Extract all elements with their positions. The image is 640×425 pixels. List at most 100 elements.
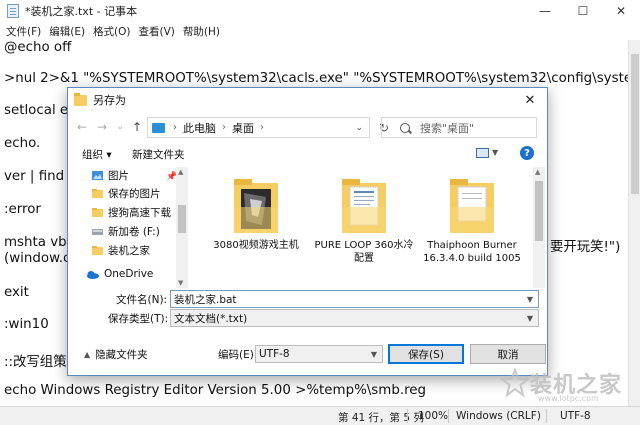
- breadcrumb-separator: ›: [222, 122, 226, 133]
- nav-item-sogou-downloads[interactable]: 搜狗高速下载: [92, 204, 171, 220]
- computer-icon: [152, 122, 165, 133]
- watermark-logo: 装机之家 www.lotpc.com: [500, 358, 640, 408]
- organize-menu[interactable]: 组织 ▾: [82, 147, 112, 162]
- nav-item-onedrive[interactable]: OneDrive: [86, 266, 153, 282]
- editor-line: exit: [4, 285, 29, 300]
- maximize-button[interactable]: ☐: [564, 0, 602, 22]
- scrollbar-thumb[interactable]: [178, 205, 186, 233]
- nav-pane-scrollbar[interactable]: ▲ ▼: [176, 167, 188, 288]
- cursor-position: 第 41 行，第 5 列: [338, 412, 424, 424]
- menu-file[interactable]: 文件(F): [6, 24, 41, 39]
- encoding-select[interactable]: UTF-8 ▼: [255, 345, 383, 363]
- pictures-icon: [92, 170, 103, 180]
- dialog-navigation: ← → ⌄ ↑ › 此电脑 › 桌面 › ⌄ ↻ 搜索"桌面": [68, 114, 547, 140]
- chevron-down-icon[interactable]: ⌄: [355, 123, 363, 133]
- scrollbar-thumb[interactable]: [535, 181, 543, 241]
- nav-item-label: 图片: [108, 169, 129, 182]
- back-button[interactable]: ←: [74, 118, 90, 136]
- window-title: *装机之家.txt - 记事本: [25, 5, 138, 18]
- minimize-button[interactable]: —: [526, 0, 564, 22]
- file-encoding: UTF-8: [560, 410, 591, 422]
- editor-line: (window.cl: [4, 251, 75, 266]
- scroll-up-icon[interactable]: ▲: [178, 168, 183, 176]
- dialog-close-button[interactable]: ✕: [513, 88, 547, 112]
- menu-edit[interactable]: 编辑(E): [49, 24, 85, 39]
- nav-item-label: 保存的图片: [108, 187, 161, 200]
- notepad-icon: [7, 4, 19, 18]
- editor-line: :win10: [4, 317, 49, 332]
- folder-icon: [448, 177, 496, 235]
- filename-input[interactable]: 装机之家.bat ▼: [170, 290, 539, 308]
- folder-icon: [92, 245, 103, 255]
- file-name: Thaiphoon Burner 16.3.4.0 build 1005: [423, 240, 521, 264]
- scroll-down-icon[interactable]: ▼: [178, 279, 183, 287]
- filename-value: 装机之家.bat: [174, 293, 237, 306]
- star-logo-icon: [500, 368, 530, 398]
- editor-line: setlocal en: [4, 103, 77, 118]
- chevron-down-icon[interactable]: ▼: [371, 350, 377, 359]
- chevron-up-icon: ▲: [84, 350, 91, 359]
- editor-line: echo.: [4, 136, 41, 151]
- filetype-label: 保存类型(T):: [108, 313, 169, 325]
- folder-icon: [74, 92, 87, 106]
- file-name: PURE LOOP 360水冷配置: [314, 240, 414, 264]
- file-item[interactable]: Thaiphoon Burner 16.3.4.0 build 1005: [422, 167, 522, 265]
- zoom-level: 100%: [418, 410, 449, 422]
- breadcrumb-desktop[interactable]: 桌面: [232, 120, 254, 136]
- dialog-footer: ▲ 隐藏文件夹 编码(E): UTF-8 ▼ 保存(S) 取消: [68, 340, 547, 370]
- hide-folders-toggle[interactable]: ▲ 隐藏文件夹: [84, 347, 148, 362]
- file-list-scrollbar[interactable]: ▲: [533, 167, 545, 288]
- menu-bar: 文件(F) 编辑(E) 格式(O) 查看(V) 帮助(H): [0, 22, 640, 40]
- encoding-value: UTF-8: [259, 348, 290, 360]
- search-placeholder: 搜索"桌面": [420, 121, 475, 135]
- dialog-toolbar: 组织 ▾ 新建文件夹 ▼ ?: [68, 144, 547, 164]
- menu-help[interactable]: 帮助(H): [183, 24, 220, 39]
- nav-item-label: 装机之家: [108, 244, 150, 257]
- save-as-dialog: 另存为 ✕ ← → ⌄ ↑ › 此电脑 › 桌面 › ⌄ ↻ 搜索"桌面" 组织…: [67, 87, 548, 376]
- folder-icon: [92, 188, 103, 198]
- dialog-titlebar: 另存为 ✕: [68, 88, 547, 112]
- help-button[interactable]: ?: [520, 146, 534, 160]
- forward-button[interactable]: →: [94, 118, 110, 136]
- dialog-title: 另存为: [93, 94, 126, 107]
- chevron-down-icon[interactable]: ▼: [527, 314, 533, 323]
- drive-icon: [92, 228, 103, 235]
- search-icon: [400, 122, 410, 133]
- navigation-pane: 图片 📌 保存的图片 搜狗高速下载 新加卷 (F:) 装机之家 OneDrive…: [68, 167, 189, 288]
- address-bar[interactable]: › 此电脑 › 桌面 › ⌄: [147, 117, 370, 138]
- menu-format[interactable]: 格式(O): [93, 24, 130, 39]
- hide-folders-label: 隐藏文件夹: [95, 349, 148, 361]
- recent-locations-dropdown[interactable]: ⌄: [114, 118, 126, 136]
- onedrive-icon: [87, 270, 99, 279]
- file-name: 3080视频游戏主机: [213, 240, 299, 251]
- folder-icon: [92, 207, 103, 217]
- editor-line: >nul 2>&1 "%SYSTEMROOT%\system32\cacls.e…: [4, 71, 628, 86]
- filetype-value: 文本文档(*.txt): [174, 312, 248, 325]
- save-button[interactable]: 保存(S): [388, 344, 464, 364]
- search-input[interactable]: 搜索"桌面": [381, 117, 537, 138]
- editor-scrollbar[interactable]: [628, 40, 640, 406]
- filetype-select[interactable]: 文本文档(*.txt) ▼: [170, 309, 539, 327]
- nav-item-label: 搜狗高速下载: [108, 206, 171, 219]
- watermark-url: www.lotpc.com: [538, 394, 599, 403]
- close-button[interactable]: ✕: [602, 0, 640, 22]
- file-list: 3080视频游戏主机 PURE LOOP 360水冷配置 Thaiphoon B…: [190, 167, 545, 288]
- scroll-up-icon[interactable]: ▲: [535, 168, 540, 176]
- nav-item-saved-pictures[interactable]: 保存的图片: [92, 185, 161, 201]
- chevron-down-icon[interactable]: ▼: [492, 148, 498, 157]
- breadcrumb-this-pc[interactable]: 此电脑: [183, 120, 216, 136]
- menu-view[interactable]: 查看(V): [139, 24, 175, 39]
- scrollbar-thumb[interactable]: [631, 54, 639, 194]
- nav-item-drive-f[interactable]: 新加卷 (F:): [92, 223, 160, 239]
- view-options-icon[interactable]: [476, 148, 489, 158]
- nav-item-pictures[interactable]: 图片: [92, 167, 129, 183]
- file-item[interactable]: PURE LOOP 360水冷配置: [314, 167, 414, 265]
- nav-item-zhuangji[interactable]: 装机之家: [92, 242, 150, 258]
- editor-line: :error: [4, 202, 41, 217]
- notepad-titlebar: *装机之家.txt - 记事本 — ☐ ✕: [0, 0, 640, 22]
- new-folder-button[interactable]: 新建文件夹: [132, 147, 185, 162]
- editor-line: echo Windows Registry Editor Version 5.0…: [4, 383, 427, 398]
- chevron-down-icon[interactable]: ▼: [527, 295, 533, 304]
- up-button[interactable]: ↑: [130, 118, 144, 136]
- file-item[interactable]: 3080视频游戏主机: [206, 167, 306, 252]
